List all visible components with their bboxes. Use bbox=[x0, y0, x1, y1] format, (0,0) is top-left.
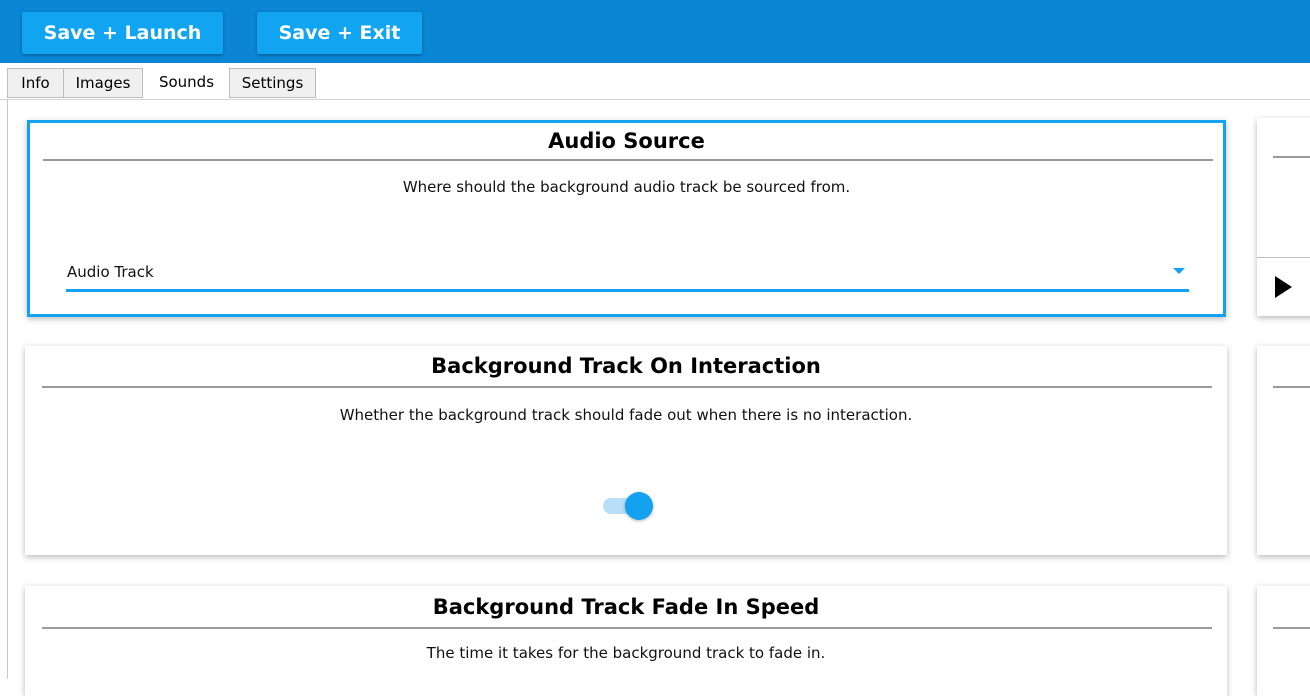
chevron-down-icon[interactable] bbox=[1173, 268, 1185, 274]
divider bbox=[1273, 386, 1310, 388]
audio-source-select[interactable]: Audio Track bbox=[67, 263, 154, 281]
right-card-1 bbox=[1257, 118, 1310, 316]
toggle-thumb[interactable] bbox=[625, 492, 653, 520]
divider bbox=[42, 386, 1212, 388]
divider bbox=[1273, 156, 1310, 158]
card-description: The time it takes for the background tra… bbox=[426, 644, 826, 662]
top-toolbar: Save + Launch Save + Exit bbox=[0, 0, 1310, 63]
play-icon[interactable] bbox=[1275, 276, 1292, 298]
tab-info[interactable]: Info bbox=[7, 68, 64, 98]
tab-images[interactable]: Images bbox=[63, 68, 143, 98]
right-card-3 bbox=[1257, 586, 1310, 696]
card-description: Where should the background audio track … bbox=[402, 178, 851, 196]
save-exit-button[interactable]: Save + Exit bbox=[257, 12, 422, 54]
interaction-card: Background Track On Interaction Whether … bbox=[25, 346, 1227, 555]
card-title: Background Track Fade In Speed bbox=[432, 595, 820, 619]
card-description: Whether the background track should fade… bbox=[339, 406, 913, 424]
card-title: Background Track On Interaction bbox=[431, 354, 821, 378]
save-launch-button[interactable]: Save + Launch bbox=[22, 12, 223, 54]
tab-sounds[interactable]: Sounds bbox=[143, 65, 230, 99]
fade-in-card: Background Track Fade In Speed The time … bbox=[25, 586, 1227, 696]
content-left-border bbox=[7, 99, 8, 679]
tab-settings[interactable]: Settings bbox=[229, 68, 316, 98]
right-card-2 bbox=[1257, 346, 1310, 555]
divider bbox=[42, 627, 1212, 629]
audio-source-card[interactable]: Audio Source Where should the background… bbox=[27, 120, 1226, 317]
select-underline bbox=[66, 289, 1189, 292]
divider bbox=[1273, 627, 1310, 629]
tab-bar: Info Images Sounds Settings bbox=[0, 63, 1310, 100]
card-title: Audio Source bbox=[548, 129, 705, 153]
divider bbox=[1257, 257, 1310, 258]
divider bbox=[43, 159, 1213, 161]
